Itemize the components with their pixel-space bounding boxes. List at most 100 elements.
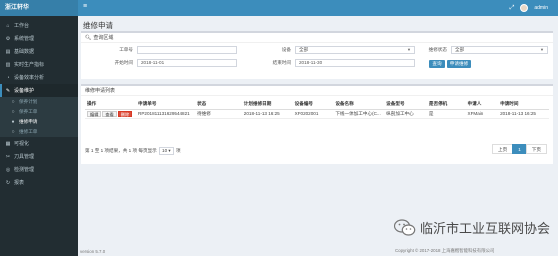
header-right: ⤢ admin xyxy=(510,4,548,12)
delete-button[interactable]: 删除 xyxy=(117,110,133,117)
sidebar-subitem-label: 维修申请 xyxy=(19,119,38,124)
brand-logo[interactable]: 浙江轩华 xyxy=(0,0,78,16)
page-size-value: 10 xyxy=(162,148,168,153)
sidebar-item-label: 报表 xyxy=(14,180,25,186)
copyright-text: Copyright © 2017-2018 上海嘉楷智能科技有限公司 xyxy=(395,248,495,253)
applicant-cell: XFMain xyxy=(465,109,499,119)
sidebar-item-label: 基础数据 xyxy=(14,49,35,55)
apply-repair-button[interactable]: 申请维修 xyxy=(447,60,471,68)
circle-icon: ○ xyxy=(11,109,15,115)
sidebar-item-label: 工作台 xyxy=(14,23,30,29)
sidebar-subitem-label: 保养计划 xyxy=(19,99,38,104)
search-panel-title: 查询区域 xyxy=(93,34,114,41)
sidebar-item-efficiency[interactable]: ◔ 设备效率分析 xyxy=(0,71,78,84)
device-name-cell: 下线一体加工中心(C... xyxy=(333,109,385,119)
search-icon: 🔍︎ xyxy=(85,34,92,41)
apply-no-cell: RP201811131629544821 xyxy=(136,109,196,119)
version-text: version 5.7.0 xyxy=(80,249,106,254)
start-time-label: 开始时间 xyxy=(114,60,133,65)
work-no-label: 工单号 xyxy=(119,47,133,52)
col-header[interactable]: 设备型号 xyxy=(384,100,427,110)
start-time-input[interactable]: 2018-11-01 xyxy=(137,59,237,67)
sidebar-item-system[interactable]: ⚙ 系统管理 xyxy=(0,32,78,45)
lab-icon: ◎ xyxy=(5,166,11,173)
search-panel: 🔍︎ 查询区域 工单号 设备 全部 ▼ 维修状态 全部 ▼ 开始时间 2018-11… xyxy=(81,31,553,79)
app-root: 浙江轩华 ⌂ 工作台 ⚙ 系统管理 ▤ 基础数据 ▥ 实时生产指标 ◔ 设备效率分析 ✎ 设… xyxy=(0,0,558,256)
menu-toggle-icon[interactable]: ≡ xyxy=(83,3,87,10)
prev-page-button[interactable]: 上页 xyxy=(492,144,514,154)
search-panel-header: 🔍︎ 查询区域 xyxy=(81,33,553,43)
gear-icon: ⚙ xyxy=(5,35,11,42)
sidebar-item-maintenance[interactable]: ✎ 设备维护 xyxy=(0,84,78,97)
sidebar-subitem-repair-order[interactable]: ○ 维修工单 xyxy=(0,127,78,137)
sidebar-item-label: 检测管理 xyxy=(14,167,35,173)
wrench-icon: ✎ xyxy=(5,87,11,94)
user-name[interactable]: admin xyxy=(534,5,548,11)
col-header[interactable]: 设备名称 xyxy=(333,100,385,110)
device-label: 设备 xyxy=(281,47,291,52)
table-header-row: 操作 申请单号 状态 计划维修日期 设备编号 设备名称 设备型号 是否停机 申请… xyxy=(85,100,549,110)
sidebar-item-inspection[interactable]: ◎ 检测管理 xyxy=(0,163,78,176)
sidebar-nav: ⌂ 工作台 ⚙ 系统管理 ▤ 基础数据 ▥ 实时生产指标 ◔ 设备效率分析 ✎ 设备维护 ○… xyxy=(0,16,78,189)
list-panel-title: 维修申请列表 xyxy=(85,87,116,94)
sidebar-item-workbench[interactable]: ⌂ 工作台 xyxy=(0,19,78,32)
device-select[interactable]: 全部 ▼ xyxy=(295,46,415,54)
sidebar-item-tools[interactable]: ✂ 刀具管理 xyxy=(0,150,78,163)
col-header[interactable]: 申请时间 xyxy=(498,100,549,110)
end-time-input[interactable]: 2018-11-30 xyxy=(295,59,415,67)
list-panel-header: 维修申请列表 xyxy=(81,86,553,96)
page-title: 维修申请 xyxy=(83,21,113,30)
col-header[interactable]: 申请人 xyxy=(465,100,499,110)
col-header[interactable]: 设备编号 xyxy=(292,100,334,110)
sidebar-item-label: 刀具管理 xyxy=(14,154,35,160)
sidebar-item-reports[interactable]: ↻ 报表 xyxy=(0,176,78,189)
query-button[interactable]: 查询 xyxy=(429,60,445,68)
sidebar-item-visual[interactable]: ▦ 可视化 xyxy=(0,137,78,150)
work-no-input[interactable] xyxy=(137,46,237,54)
circle-icon: ● xyxy=(11,119,15,125)
status-select[interactable]: 全部 ▼ xyxy=(451,46,548,54)
database-icon: ▤ xyxy=(5,48,11,55)
status-label: 维修状态 xyxy=(428,47,447,52)
page-button[interactable]: 1 xyxy=(512,144,527,154)
chevron-down-icon: ▼ xyxy=(540,47,544,52)
device-model-cell: 纵剖加工中心 xyxy=(384,109,427,119)
sidebar-item-label: 设备效率分析 xyxy=(14,75,45,81)
chart-icon: ▥ xyxy=(5,61,11,68)
col-header[interactable]: 是否停机 xyxy=(426,100,466,110)
sidebar-subitem-order[interactable]: ○ 保养工单 xyxy=(0,107,78,117)
col-header[interactable]: 状态 xyxy=(195,100,242,110)
sidebar-submenu: ○ 保养计划 ○ 保养工单 ● 维修申请 ○ 维修工单 xyxy=(0,97,78,137)
actions-cell: 编辑 查看 删除 xyxy=(85,109,137,119)
sidebar-subitem-plan[interactable]: ○ 保养计划 xyxy=(0,97,78,107)
pagination: 上页 1 下页 xyxy=(492,144,547,154)
avatar[interactable] xyxy=(520,4,529,12)
col-header[interactable]: 申请单号 xyxy=(136,100,196,110)
sidebar-subitem-repair-apply[interactable]: ● 维修申请 xyxy=(0,117,78,127)
sidebar-item-label: 实时生产指标 xyxy=(14,62,45,68)
page-size-select[interactable]: 10 ▾ xyxy=(159,147,174,155)
sidebar-item-label: 设备维护 xyxy=(14,88,35,94)
sidebar-subitem-label: 保养工单 xyxy=(19,109,38,114)
chevron-down-icon: ▼ xyxy=(407,47,411,52)
analysis-icon: ◔ xyxy=(6,74,10,81)
pager-info: 第 1 至 1 项结果，共 1 项 每页显示 10 ▾ 项 xyxy=(85,147,181,155)
sidebar-subitem-label: 维修工单 xyxy=(19,129,38,134)
table-row: 编辑 查看 删除 RP201811131629544821 待维修 2018-11-… xyxy=(85,109,549,119)
end-time-label: 结束时间 xyxy=(272,60,291,65)
circle-icon: ○ xyxy=(11,99,15,105)
col-header[interactable]: 计划维修日期 xyxy=(241,100,293,110)
watermark: 临沂市工业互联网协会 xyxy=(393,218,550,237)
view-button[interactable]: 查看 xyxy=(102,110,117,117)
apply-time-cell: 2018-11-13 16:25 xyxy=(498,109,549,119)
circle-icon: ○ xyxy=(11,129,15,135)
edit-button[interactable]: 编辑 xyxy=(87,110,102,117)
col-header[interactable]: 操作 xyxy=(85,100,137,110)
sidebar: 浙江轩华 ⌂ 工作台 ⚙ 系统管理 ▤ 基础数据 ▥ 实时生产指标 ◔ 设备效率分析 ✎ 设… xyxy=(0,0,78,256)
next-page-button[interactable]: 下页 xyxy=(525,144,547,154)
sidebar-item-realtime[interactable]: ▥ 实时生产指标 xyxy=(0,58,78,71)
fullscreen-icon[interactable]: ⤢ xyxy=(510,5,515,12)
home-icon: ⌂ xyxy=(6,22,10,29)
top-header: ≡ ⤢ admin xyxy=(78,0,558,16)
sidebar-item-basedata[interactable]: ▤ 基础数据 xyxy=(0,45,78,58)
